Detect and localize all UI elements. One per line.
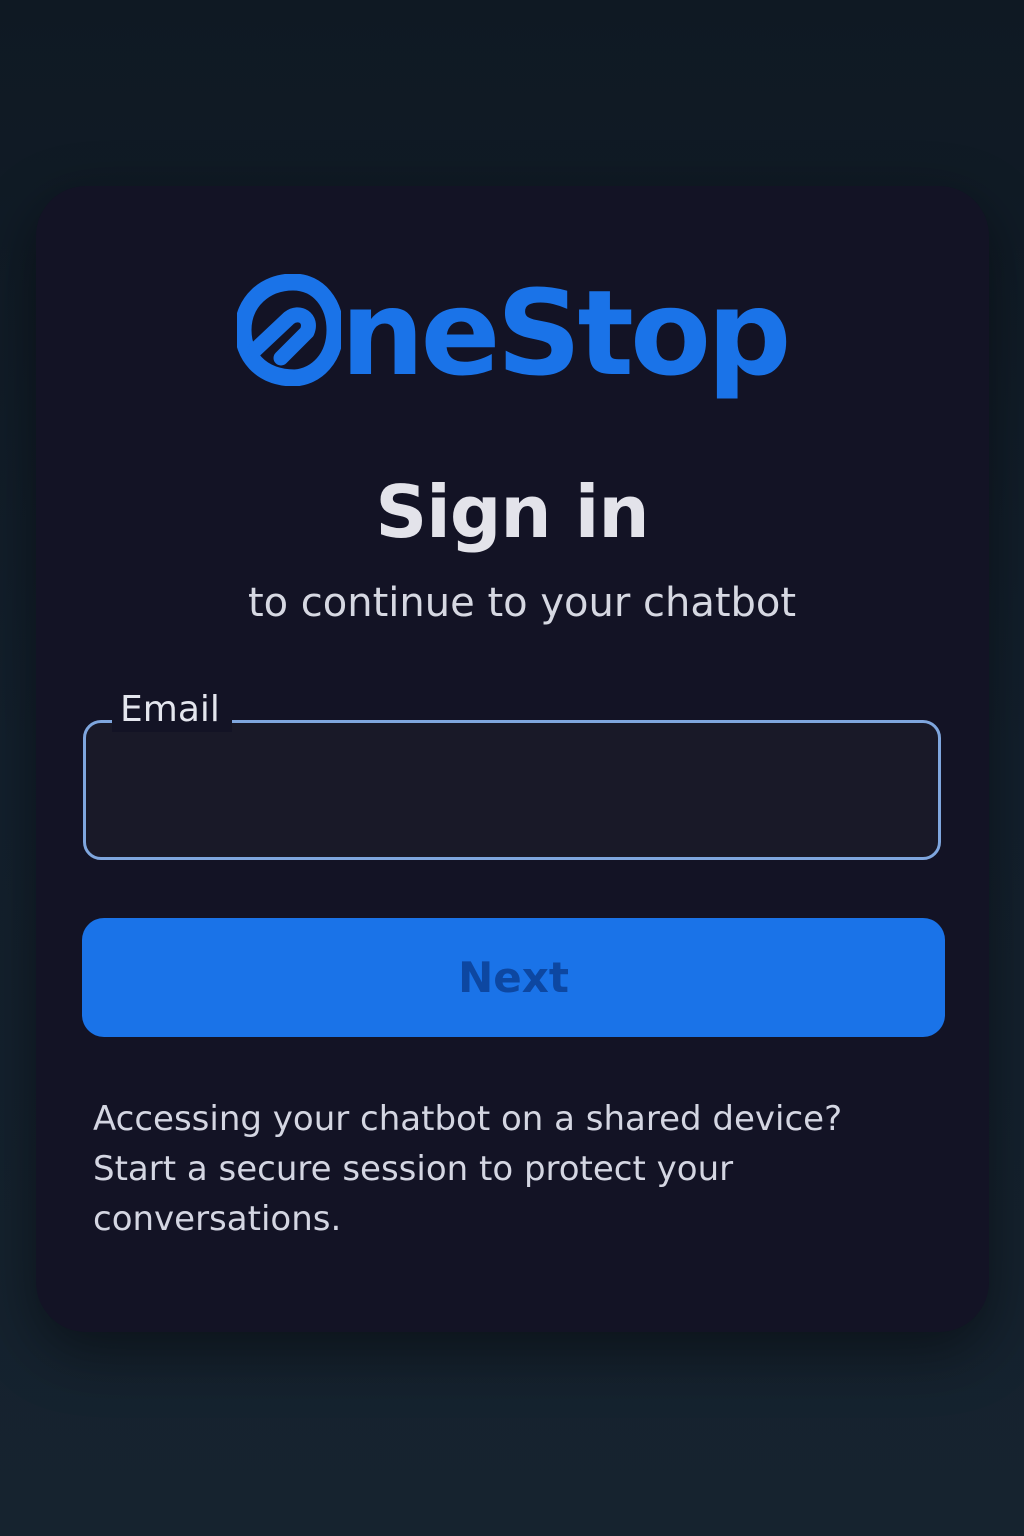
next-button-label: Next <box>458 953 569 1002</box>
email-field[interactable] <box>83 720 941 860</box>
page-title: Sign in <box>375 470 649 554</box>
next-button[interactable]: Next <box>82 918 945 1037</box>
logo-text: neStop <box>340 264 792 402</box>
email-input[interactable] <box>86 723 938 857</box>
email-label: Email <box>112 688 232 732</box>
onestop-logo: neStop <box>0 262 1024 412</box>
shared-device-help-text: Accessing your chatbot on a shared devic… <box>93 1099 843 1239</box>
page-subtitle: to continue to your chatbot <box>247 580 797 626</box>
logo-swirl-icon <box>236 274 341 386</box>
